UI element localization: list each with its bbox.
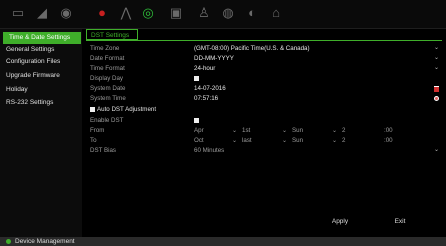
status-dot-icon xyxy=(6,239,11,244)
time-zone-value[interactable]: (GMT-08:00) Pacific Time(U.S. & Canada) xyxy=(194,44,310,53)
storage-icon[interactable]: ◍ xyxy=(220,5,236,21)
chevron-down-icon[interactable]: ⌄ xyxy=(232,126,237,135)
time-format-value[interactable]: 24-hour xyxy=(194,64,215,73)
user-icon[interactable]: ♙ xyxy=(196,5,212,21)
date-format-value[interactable]: DD-MM-YYYY xyxy=(194,54,234,63)
sidebar: Time & Date Settings General Settings Co… xyxy=(0,29,82,237)
chevron-down-icon[interactable]: ⌄ xyxy=(434,54,439,63)
analytics-icon[interactable]: ⋀ xyxy=(118,5,134,21)
enable-dst-label: Enable DST xyxy=(90,117,124,124)
tab-underline xyxy=(86,40,442,41)
from-week-select[interactable]: 1st xyxy=(242,126,250,135)
sidebar-item-holiday[interactable]: Holiday xyxy=(0,84,80,96)
chevron-down-icon[interactable]: ⌄ xyxy=(282,136,287,145)
system-time-value[interactable]: 07:57:16 xyxy=(194,94,218,103)
camera-icon[interactable]: ◢ xyxy=(34,5,50,21)
to-day-select[interactable]: Sun xyxy=(292,136,303,145)
chevron-down-icon[interactable]: ⌄ xyxy=(434,44,439,53)
tab-dst-settings[interactable]: DST Settings xyxy=(86,29,138,40)
chevron-down-icon[interactable]: ⌄ xyxy=(434,146,439,155)
system-date-value[interactable]: 14-07-2016 xyxy=(194,84,226,93)
auto-dst-label: Auto DST Adjustment xyxy=(97,106,157,113)
sidebar-item-config-files[interactable]: Configuration Files xyxy=(0,56,80,68)
to-month-select[interactable]: Oct xyxy=(194,136,204,145)
to-week-select[interactable]: last xyxy=(242,136,252,145)
from-hour-select[interactable]: 2 xyxy=(342,126,345,135)
time-zone-label: Time Zone xyxy=(90,45,120,52)
system-date-label: System Date xyxy=(90,85,126,92)
status-footer: Device Management xyxy=(0,237,446,246)
to-hour-select[interactable]: 2 xyxy=(342,136,345,145)
settings-icon[interactable]: ◎ xyxy=(140,5,156,21)
sidebar-item-time-date[interactable]: Time & Date Settings xyxy=(3,32,81,44)
from-minute: :00 xyxy=(384,127,393,134)
chevron-down-icon[interactable]: ⌄ xyxy=(434,64,439,73)
sidebar-item-rs232[interactable]: RS-232 Settings xyxy=(0,97,80,109)
date-format-label: Date Format xyxy=(90,55,125,62)
time-format-label: Time Format xyxy=(90,65,125,72)
system-time-label: System Time xyxy=(90,95,126,102)
display-day-label: Display Day xyxy=(90,75,124,82)
network-icon[interactable]: ▣ xyxy=(168,5,184,21)
dst-bias-label: DST Bias xyxy=(90,147,117,154)
apply-button[interactable]: Apply xyxy=(314,216,366,227)
record-icon[interactable]: ◉ xyxy=(58,5,74,21)
chevron-down-icon[interactable]: ⌄ xyxy=(332,126,337,135)
exit-button[interactable]: Exit xyxy=(374,216,426,227)
dst-bias-value[interactable]: 60 Minutes xyxy=(194,146,224,155)
to-label: To xyxy=(90,137,97,144)
playback-icon[interactable]: ● xyxy=(94,5,110,21)
from-label: From xyxy=(90,127,105,134)
calendar-icon[interactable] xyxy=(434,86,439,92)
monitor-icon[interactable]: ▭ xyxy=(10,5,26,21)
top-toolbar: ▭ ◢ ◉ ● ⋀ ◎ ▣ ♙ ◍ ◐ ⌂ xyxy=(0,0,446,28)
clock-icon[interactable] xyxy=(434,96,439,101)
main-panel: DST Settings Time Zone (GMT-08:00) Pacif… xyxy=(82,29,446,237)
sidebar-item-general[interactable]: General Settings xyxy=(0,44,80,56)
chevron-down-icon[interactable]: ⌄ xyxy=(232,136,237,145)
auto-dst-checkbox[interactable] xyxy=(90,107,95,112)
to-minute: :00 xyxy=(384,137,393,144)
enable-dst-checkbox[interactable] xyxy=(194,118,199,123)
sidebar-item-upgrade[interactable]: Upgrade Firmware xyxy=(0,70,80,82)
display-day-checkbox[interactable] xyxy=(194,76,199,81)
from-day-select[interactable]: Sun xyxy=(292,126,303,135)
alarm-icon[interactable]: ◐ xyxy=(244,5,260,21)
from-month-select[interactable]: Apr xyxy=(194,126,204,135)
home-icon[interactable]: ⌂ xyxy=(268,5,284,21)
chevron-down-icon[interactable]: ⌄ xyxy=(332,136,337,145)
footer-label: Device Management xyxy=(15,238,75,245)
chevron-down-icon[interactable]: ⌄ xyxy=(282,126,287,135)
